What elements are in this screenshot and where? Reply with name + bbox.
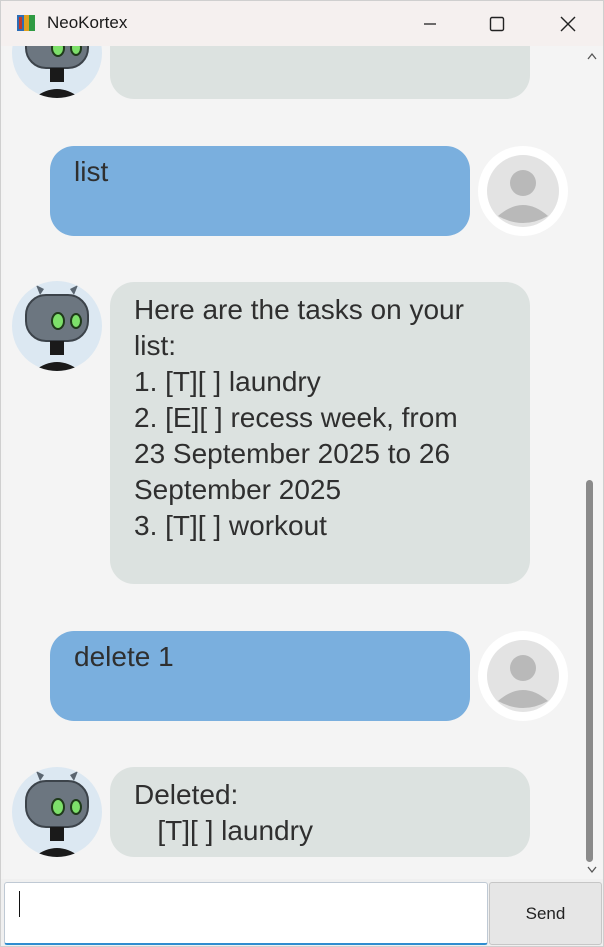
maximize-icon [489,16,505,31]
bot-avatar [12,46,102,98]
scroll-down-arrow-icon[interactable] [587,866,597,874]
send-button[interactable]: Send [489,882,602,945]
user-avatar [478,631,568,721]
bot-message-text: Deleted: [T][ ] laundry [134,779,313,846]
vertical-scrollbar[interactable] [581,46,603,879]
bot-message-bubble: Deleted: [T][ ] laundry [110,767,530,857]
window-title: NeoKortex [47,13,128,32]
user-message-text: delete 1 [74,641,174,672]
title-bar[interactable]: NeoKortex [1,1,603,46]
scroll-up-arrow-icon[interactable] [587,52,597,60]
send-button-label: Send [525,903,566,923]
bot-message-text: Here are the tasks on your list: 1. [T][… [134,294,464,541]
chat-scroll-pane[interactable]: list Here are the tasks on your list: 1. [4,46,581,879]
minimize-icon [424,22,436,25]
close-icon [560,16,576,31]
app-window: NeoKortex list Here are the tasks on you… [0,0,604,947]
minimize-button[interactable] [407,1,453,46]
message-input[interactable] [4,882,488,945]
bot-message-bubble [110,46,530,99]
robot-icon [25,771,89,857]
user-icon [487,640,559,712]
user-avatar [478,146,568,236]
bot-avatar [12,767,102,857]
user-icon [487,155,559,227]
text-caret [19,891,20,917]
robot-icon [25,46,89,98]
scrollbar-thumb[interactable] [586,480,593,862]
robot-icon [25,285,89,371]
neokortex-app-icon [17,15,35,31]
bot-message-bubble: Here are the tasks on your list: 1. [T][… [110,282,530,584]
user-message-bubble: list [50,146,470,236]
maximize-button[interactable] [474,1,520,46]
bot-avatar [12,281,102,371]
user-message-text: list [74,156,109,187]
close-button[interactable] [545,1,591,46]
input-area: Send [1,879,603,946]
user-message-bubble: delete 1 [50,631,470,721]
